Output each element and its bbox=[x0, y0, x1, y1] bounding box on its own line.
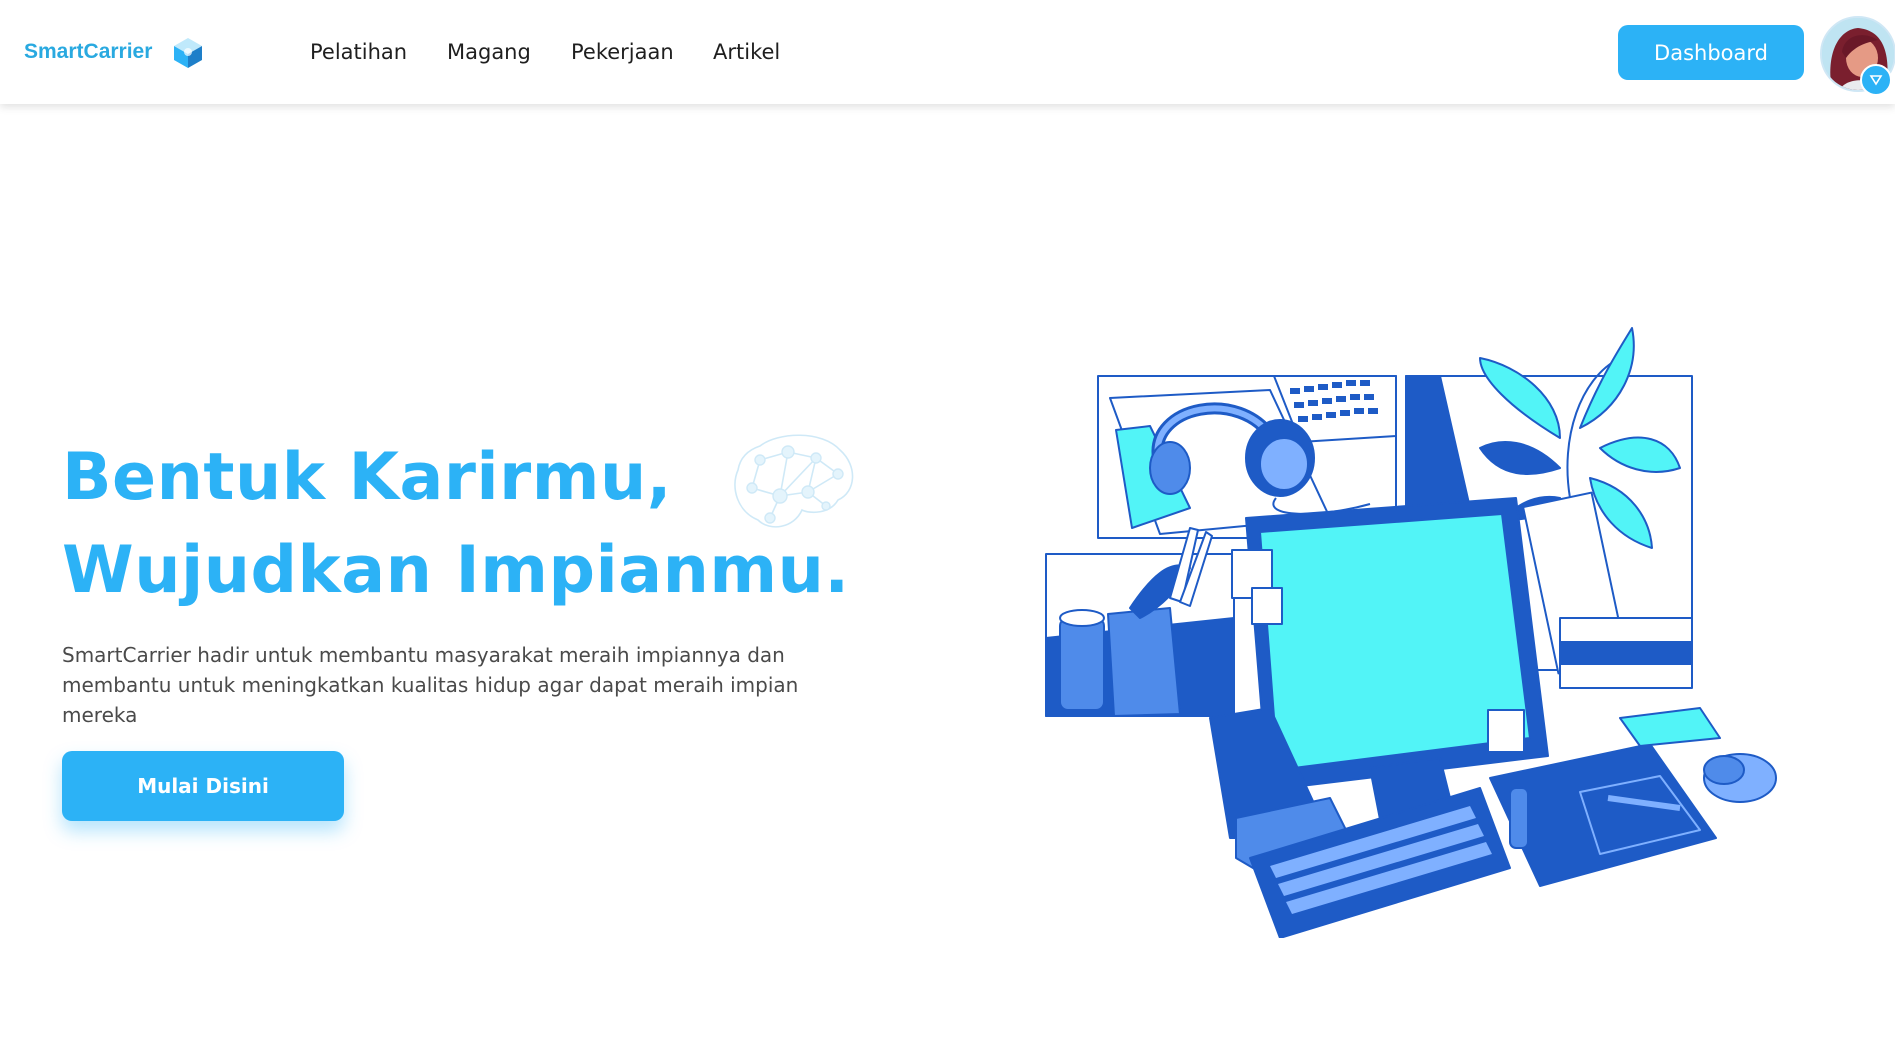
brain-network-icon bbox=[734, 434, 854, 528]
nav-link-artikel[interactable]: Artikel bbox=[713, 40, 780, 64]
brand-name: SmartCarrier bbox=[24, 40, 153, 63]
cube-logo-icon bbox=[174, 38, 203, 68]
nav-link-pekerjaan[interactable]: Pekerjaan bbox=[571, 40, 674, 64]
chevron-down-icon[interactable] bbox=[1860, 64, 1892, 96]
dashboard-button[interactable]: Dashboard bbox=[1618, 25, 1804, 80]
workspace-illustration bbox=[1045, 327, 1777, 938]
hero-title-line1: Bentuk Karirmu, bbox=[62, 440, 672, 515]
start-here-button[interactable]: Mulai Disini bbox=[62, 751, 344, 821]
nav-link-pelatihan[interactable]: Pelatihan bbox=[310, 40, 407, 64]
hero-title-line2: Wujudkan Impianmu. bbox=[62, 533, 850, 608]
hero-description: SmartCarrier hadir untuk membantu masyar… bbox=[62, 643, 799, 727]
navbar: SmartCarrier Pelatihan Magang Pekerjaan … bbox=[0, 0, 1895, 104]
brand-link[interactable]: SmartCarrier bbox=[24, 32, 208, 72]
nav-link-magang[interactable]: Magang bbox=[447, 40, 531, 64]
